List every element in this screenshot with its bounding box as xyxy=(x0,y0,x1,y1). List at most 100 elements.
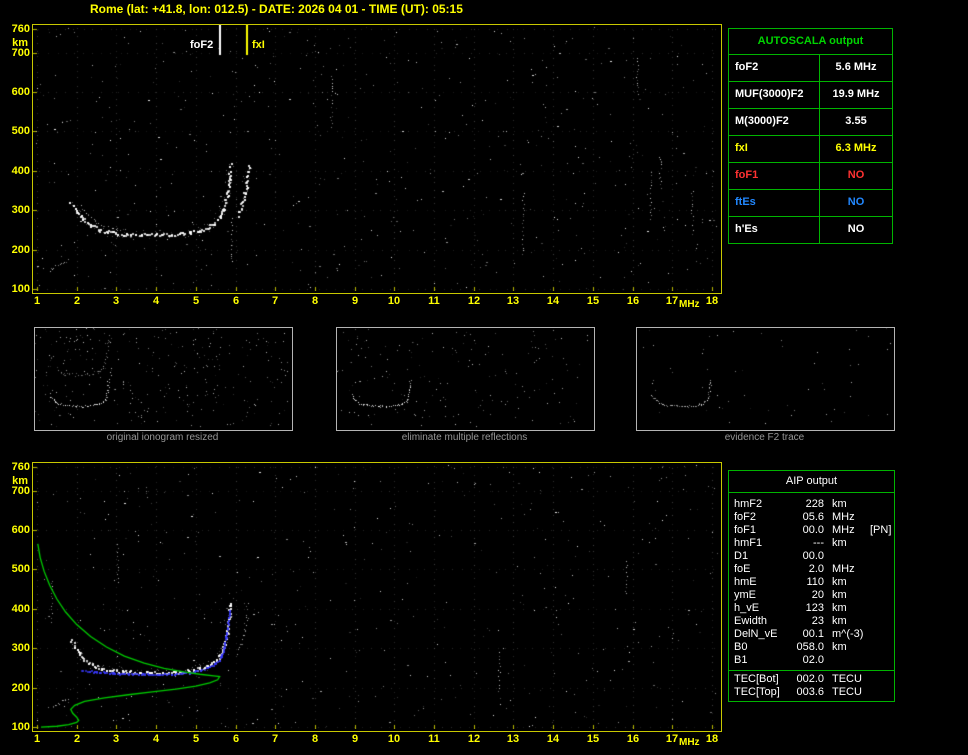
thumbnail-evidence-canvas xyxy=(637,328,892,428)
profile-canvas xyxy=(33,463,719,729)
aip-row-unit: m^(-3) xyxy=(832,628,864,640)
aip-row: B0 058.0 km xyxy=(729,641,894,654)
x-axis-tick: 10 xyxy=(387,295,401,307)
aip-row: hmE 110 km xyxy=(729,576,894,589)
aip-row-unit: km xyxy=(832,576,847,588)
x-axis-tick: 6 xyxy=(232,295,240,307)
autoscala-row-label: foF2 xyxy=(729,55,820,81)
x-axis-tick: 4 xyxy=(152,295,160,307)
x-axis-unit-label: MHz xyxy=(679,737,700,748)
autoscala-row: foF1 NO xyxy=(729,163,892,190)
aip-row-label: hmF2 xyxy=(734,498,763,510)
y-axis-tick: 600 xyxy=(11,86,30,98)
autoscala-row-value: NO xyxy=(847,169,865,181)
autoscala-row-label: foF1 xyxy=(729,163,820,189)
aip-table-rows: hmF2 228 km foF2 05.6 MHz foF1 00.0 MHz [PN] hmF1 -… xyxy=(729,493,894,667)
y-axis-tick: 600 xyxy=(11,524,30,536)
x-axis-tick: 11 xyxy=(428,733,440,745)
x-axis-tick: 3 xyxy=(112,295,120,307)
y-axis-tick: 300 xyxy=(11,642,30,654)
aip-row-value: 00.0 xyxy=(802,524,824,536)
x-axis-tick: 12 xyxy=(467,295,481,307)
aip-row-label: hmF1 xyxy=(734,537,763,549)
x-axis-tick: 4 xyxy=(152,733,160,745)
thumbnail-caption: eliminate multiple reflections xyxy=(401,432,528,443)
aip-output-table: AIP output hmF2 228 km foF2 05.6 MHz foF1 00.0 M… xyxy=(728,470,895,702)
fof2-marker-label: foF2 xyxy=(188,39,216,51)
aip-row-unit: km xyxy=(832,498,847,510)
autoscala-row: foF2 5.6 MHz xyxy=(729,55,892,82)
x-axis-tick: 15 xyxy=(586,733,600,745)
aip-row-label: B0 xyxy=(734,641,748,653)
autoscala-table-title: AUTOSCALA output xyxy=(729,29,892,55)
aip-row-label: TEC[Bot] xyxy=(734,673,779,685)
aip-tec-rows: TEC[Bot] 002.0 TECU TEC[Top] 003.6 TECU xyxy=(729,670,894,701)
aip-row-label: TEC[Top] xyxy=(734,686,780,698)
autoscala-row-value: NO xyxy=(847,223,865,235)
y-axis-tick: 400 xyxy=(11,603,30,615)
aip-row-label: ymE xyxy=(734,589,756,601)
thumbnail-caption: original ionogram resized xyxy=(106,432,219,443)
autoscala-row-value: 19.9 MHz xyxy=(832,88,880,100)
x-axis-tick: 1 xyxy=(33,733,41,745)
aip-row-value: 003.6 xyxy=(796,686,824,698)
x-axis-tick: 12 xyxy=(467,733,481,745)
y-axis-tick: 500 xyxy=(11,563,30,575)
aip-row-unit: km xyxy=(832,589,847,601)
autoscala-row: fxI 6.3 MHz xyxy=(729,136,892,163)
thumbnail-original-canvas xyxy=(35,328,290,428)
thumbnail-eliminate-canvas xyxy=(337,328,592,428)
x-axis-tick: 10 xyxy=(387,733,401,745)
autoscala-table-rows: foF2 5.6 MHz MUF(3000)F2 19.9 MHz M(3000)F2 3… xyxy=(729,55,892,243)
thumbnail-eliminate-reflections xyxy=(336,327,595,431)
page-title: Rome (lat: +41.8, lon: 012.5) - DATE: 20… xyxy=(90,2,463,16)
aip-row-value: 05.6 xyxy=(802,511,824,523)
y-axis-tick: 300 xyxy=(11,204,30,216)
aip-row-value: 00.1 xyxy=(802,628,824,640)
thumbnail-caption: evidence F2 trace xyxy=(724,432,805,443)
aip-row-unit: km xyxy=(832,602,847,614)
ionogram-plot xyxy=(32,24,722,294)
x-axis-tick: 2 xyxy=(73,295,81,307)
x-axis-tick: 3 xyxy=(112,733,120,745)
x-axis-tick: 14 xyxy=(546,295,560,307)
x-axis-tick: 15 xyxy=(586,295,600,307)
aip-row-label: Ewidth xyxy=(734,615,768,627)
x-axis-tick: 7 xyxy=(271,295,279,307)
x-axis-tick: 16 xyxy=(626,295,640,307)
thumbnail-evidence-f2-trace xyxy=(636,327,895,431)
aip-row: TEC[Top] 003.6 TECU xyxy=(729,686,894,699)
autoscala-row-label: MUF(3000)F2 xyxy=(729,82,820,108)
y-axis-tick: 400 xyxy=(11,165,30,177)
x-axis-tick: 7 xyxy=(271,733,279,745)
x-axis-tick: 16 xyxy=(626,733,640,745)
aip-row-value: 02.0 xyxy=(802,654,824,666)
aip-row-value: 002.0 xyxy=(796,673,824,685)
autoscala-row-value: 6.3 MHz xyxy=(835,142,877,154)
aip-row-unit: MHz xyxy=(832,511,855,523)
x-axis-tick: 13 xyxy=(506,295,520,307)
aip-row: DelN_vE 00.1 m^(-3) xyxy=(729,628,894,641)
aip-row-label: D1 xyxy=(734,550,749,562)
x-axis-tick: 6 xyxy=(232,733,240,745)
y-axis-tick: 100 xyxy=(11,283,30,295)
x-axis-tick: 5 xyxy=(192,733,200,745)
aip-row: hmF2 228 km xyxy=(729,498,894,511)
ionogram-canvas xyxy=(33,25,719,291)
autoscala-row-value: 3.55 xyxy=(845,115,867,127)
aip-row-value: 2.0 xyxy=(808,563,824,575)
aip-row: Ewidth 23 km xyxy=(729,615,894,628)
x-axis-tick: 14 xyxy=(546,733,560,745)
aip-row: hmF1 --- km xyxy=(729,537,894,550)
x-axis-tick: 9 xyxy=(351,295,359,307)
autoscala-row: ftEs NO xyxy=(729,190,892,217)
aip-row-value: --- xyxy=(813,537,824,549)
aip-row: foE 2.0 MHz xyxy=(729,563,894,576)
aip-row-label: B1 xyxy=(734,654,748,666)
x-axis-tick: 8 xyxy=(311,295,319,307)
aip-row-note: [PN] xyxy=(870,524,892,536)
aip-row-unit: km xyxy=(832,537,847,549)
aip-row: ymE 20 km xyxy=(729,589,894,602)
aip-row-unit: km xyxy=(832,615,847,627)
aip-row-unit xyxy=(824,654,866,667)
